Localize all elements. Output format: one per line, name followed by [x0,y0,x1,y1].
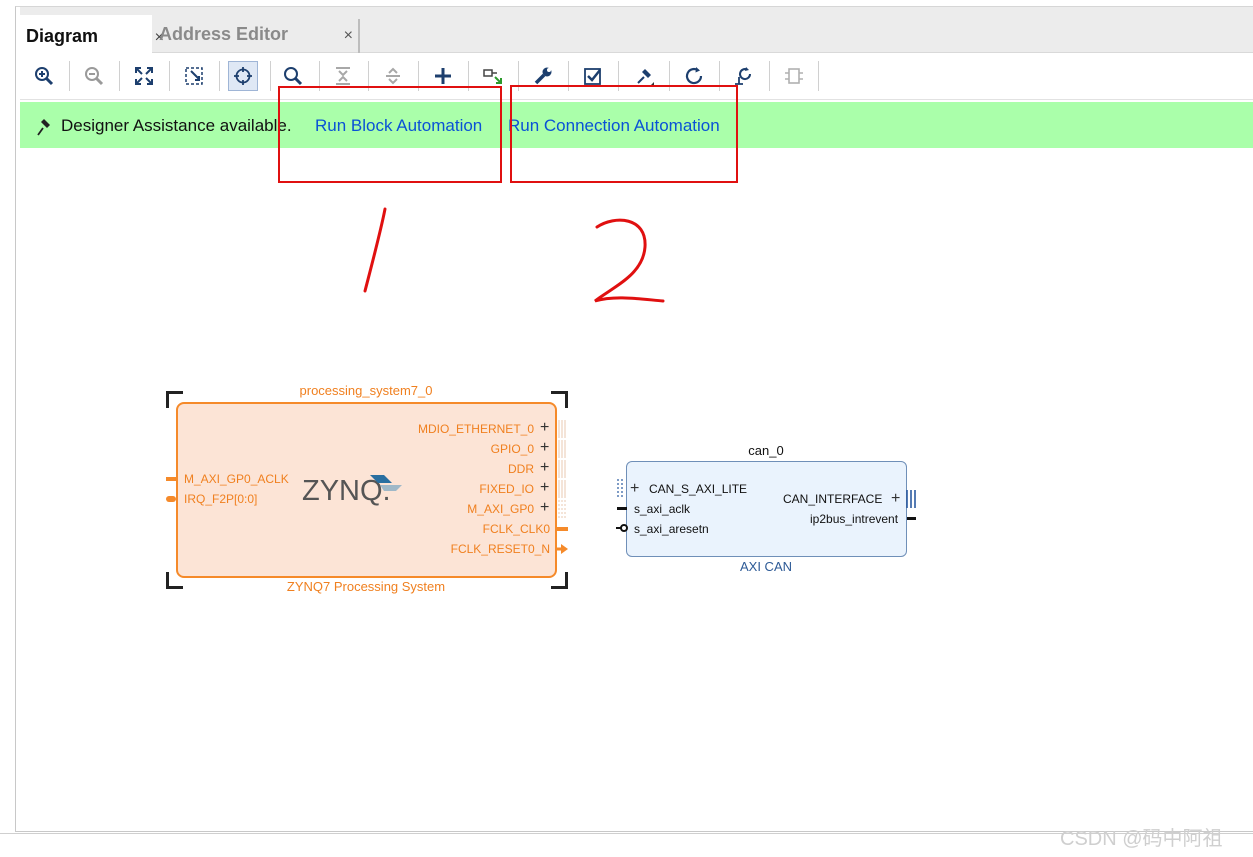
interface-bus-stubs [617,479,623,499]
port-stub [617,507,627,510]
zynq-port-fixed-io[interactable]: FIXED_IO [380,482,534,496]
annotation-box-2 [510,85,738,183]
can-port-s-axi-aresetn[interactable]: s_axi_aresetn [634,522,709,536]
regenerate-icon [234,67,252,85]
refresh-icon [685,67,703,85]
zynq-port-irq-f2p[interactable]: IRQ_F2P[0:0] [184,492,257,506]
port-stub [557,527,568,531]
expand-interface-icon[interactable]: + [540,460,549,476]
tab-bar: Diagram × Address Editor × [20,7,1253,55]
optimize-routing-icon [735,67,752,85]
auto-connect-icon [637,69,654,86]
properties-icon [534,67,552,85]
collapse-all-icon [336,67,350,85]
add-ip-icon [435,68,451,84]
tab-diagram[interactable]: Diagram × [20,15,164,55]
zynq-port-m-axi-gp0[interactable]: M_AXI_GP0 [380,502,534,516]
annotation-box-1 [278,86,502,183]
validate-icon [584,68,601,85]
can-instance-name: can_0 [748,443,784,458]
expand-interface-icon[interactable]: + [540,480,549,496]
can-port-ip2bus-intrevent[interactable]: ip2bus_intrevent [810,512,898,526]
expand-interface-icon[interactable]: + [891,491,900,507]
zoom-out-icon [85,67,104,86]
zoom-area-icon [185,67,203,85]
expand-interface-icon[interactable]: + [630,481,639,497]
zoom-in-icon [35,67,54,86]
toolbar-separator [818,61,819,91]
zynq-port-mdio-ethernet-0[interactable]: MDIO_ETHERNET_0 [380,422,534,436]
tab-address-editor-close-icon[interactable]: × [344,27,353,45]
port-stub [166,477,176,481]
expand-interface-icon[interactable]: + [540,440,549,456]
zynq-port-ddr[interactable]: DDR [380,462,534,476]
zynq-instance-name: processing_system7_0 [299,383,433,398]
port-stub [166,496,176,502]
create-hierarchy-button[interactable] [779,61,809,91]
zynq-port-gpio-0[interactable]: GPIO_0 [380,442,534,456]
expand-interface-icon[interactable]: + [540,500,549,516]
expand-interface-icon[interactable]: + [540,420,549,436]
make-connection-icon [483,69,502,84]
tab-separator [358,19,360,53]
search-icon [284,67,303,86]
fit-view-button[interactable] [129,61,159,91]
toolbar-separator [119,61,120,91]
toolbar-separator [270,61,271,91]
port-stub [907,517,916,520]
zoom-in-button[interactable] [29,61,59,91]
expand-all-icon [386,67,400,85]
tab-address-editor-label: Address Editor [159,23,289,44]
zoom-out-button[interactable] [79,61,109,91]
interface-bus-stubs [906,490,916,508]
toolbar-separator [69,61,70,91]
tab-address-editor[interactable]: Address Editor × [153,15,353,53]
regenerate-layout-button[interactable] [228,61,258,91]
can-port-s-axi-aclk[interactable]: s_axi_aclk [634,502,690,516]
toolbar-separator [769,61,770,91]
zoom-area-button[interactable] [179,61,209,91]
can-port-can-s-axi-lite[interactable]: CAN_S_AXI_LITE [649,482,747,496]
active-low-port-icon [616,524,628,532]
annotation-number-1: 1 [363,207,387,293]
fit-view-icon [135,67,153,85]
zynq-port-fclk-clk0[interactable]: FCLK_CLK0 [380,522,550,536]
toolbar-separator [219,61,220,91]
zynq-display-name: ZYNQ7 Processing System [286,579,446,594]
interface-bus-stubs [558,420,566,518]
can-port-can-interface[interactable]: CAN_INTERFACE [783,492,882,506]
pin-icon [37,119,50,136]
hierarchy-icon [785,68,803,84]
watermark: CSDN @码中阿祖 [1060,828,1223,850]
annotation-number-2: 2 [594,218,665,303]
designer-assistance-message: Designer Assistance available. [61,116,292,135]
can-display-name: AXI CAN [739,559,792,574]
reset-port-icon [556,544,568,554]
toolbar-separator [169,61,170,91]
tab-diagram-label: Diagram [26,25,99,46]
zynq-port-m-axi-gp0-aclk[interactable]: M_AXI_GP0_ACLK [184,472,289,486]
zynq-port-fclk-reset0-n[interactable]: FCLK_RESET0_N [380,542,550,556]
